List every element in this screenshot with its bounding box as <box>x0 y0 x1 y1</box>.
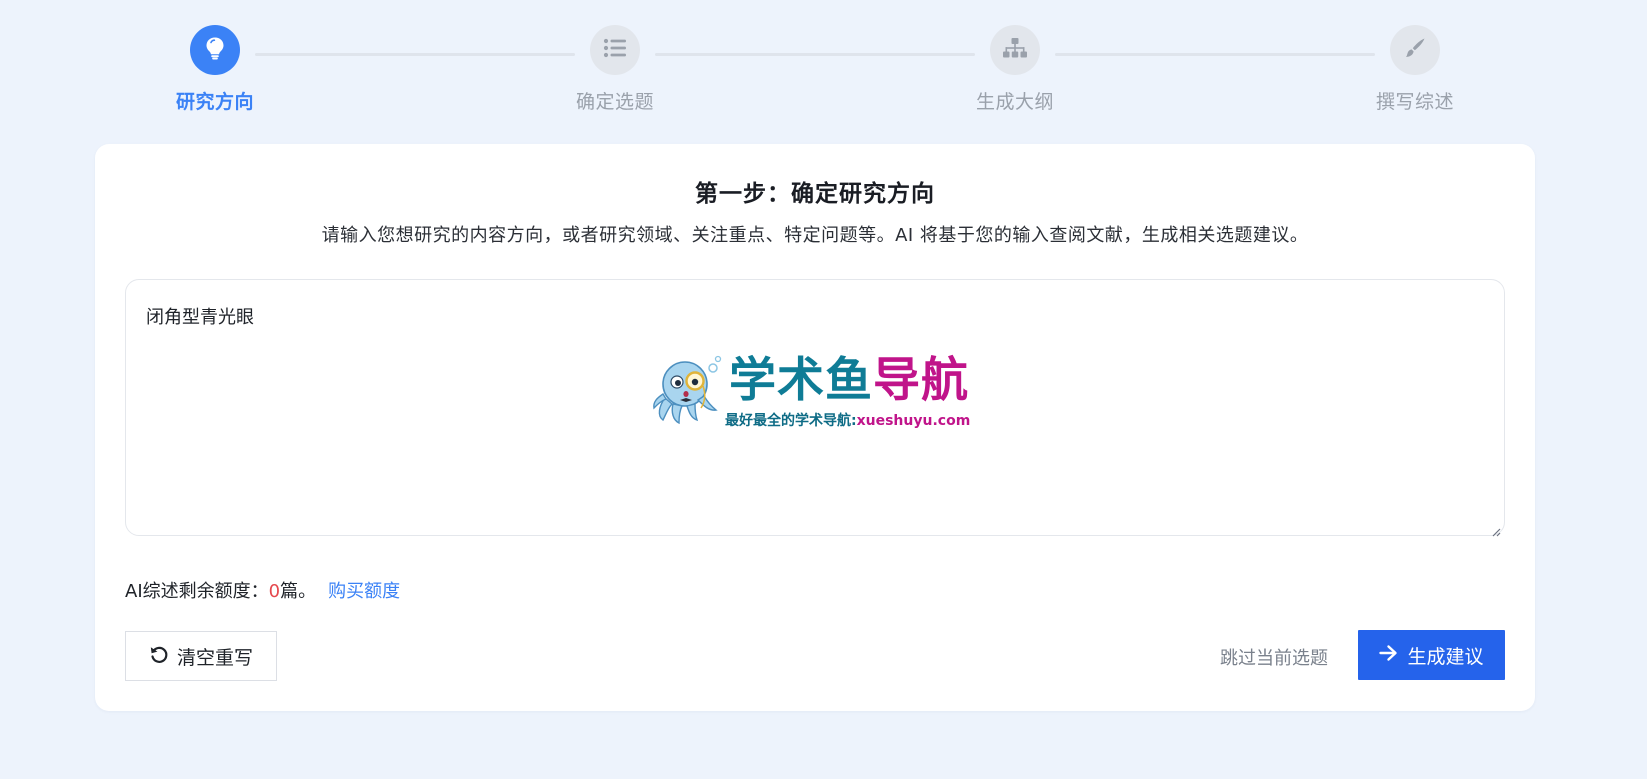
skip-topic-link[interactable]: 跳过当前选题 <box>1220 644 1328 670</box>
quota-prefix: AI综述剩余额度： <box>125 581 269 602</box>
quota-count: 0 <box>268 581 281 602</box>
lightbulb-icon <box>204 36 226 64</box>
step-generate-outline[interactable]: 生成大纲 <box>945 25 1085 114</box>
step-connector <box>255 53 575 56</box>
step-circle <box>590 25 640 75</box>
step-label: 确定选题 <box>575 91 654 113</box>
step-confirm-topic[interactable]: 确定选题 <box>545 25 685 114</box>
step-circle <box>990 25 1040 75</box>
step-label: 生成大纲 <box>975 91 1054 113</box>
clear-rewrite-label: 清空重写 <box>176 646 253 669</box>
card-description: 请输入您想研究的内容方向，或者研究领域、关注重点、特定问题等。AI 将基于您的输… <box>321 225 1309 246</box>
quota-text: AI综述剩余额度：0篇。 购买额度 <box>125 577 400 603</box>
step-label: 研究方向 <box>175 91 254 113</box>
quota-suffix: 篇。 <box>280 581 317 602</box>
resize-handle-icon[interactable] <box>1491 522 1501 537</box>
generate-suggestions-label: 生成建议 <box>1407 645 1484 668</box>
pen-icon <box>1404 37 1426 63</box>
step-label: 撰写综述 <box>1375 91 1454 113</box>
step-connector <box>655 53 975 56</box>
progress-stepper: 研究方向 确定选题 生成大纲 撰写综述 <box>0 0 1647 120</box>
buy-quota-link[interactable]: 购买额度 <box>328 581 400 602</box>
generate-suggestions-button[interactable]: 生成建议 <box>1358 630 1505 680</box>
step-write-review[interactable]: 撰写综述 <box>1345 25 1485 114</box>
step-circle <box>1390 25 1440 75</box>
step-circle <box>190 25 240 75</box>
main-card: 第一步：确定研究方向 请输入您想研究的内容方向，或者研究领域、关注重点、特定问题… <box>95 144 1535 711</box>
arrow-right-icon <box>1379 644 1398 667</box>
research-direction-input[interactable]: 闭角型青光眼 <box>126 280 1504 535</box>
research-direction-input-wrapper: 闭角型青光眼 学术鱼导航 最好最全的学术导航:xueshuyu.com <box>125 279 1505 537</box>
card-title: 第一步：确定研究方向 <box>695 181 935 207</box>
step-connector <box>1055 53 1375 56</box>
clear-rewrite-button[interactable]: 清空重写 <box>125 631 277 681</box>
sitemap-icon <box>1002 37 1028 63</box>
list-icon <box>603 38 627 62</box>
undo-icon <box>149 644 169 669</box>
step-research-direction[interactable]: 研究方向 <box>145 25 285 114</box>
